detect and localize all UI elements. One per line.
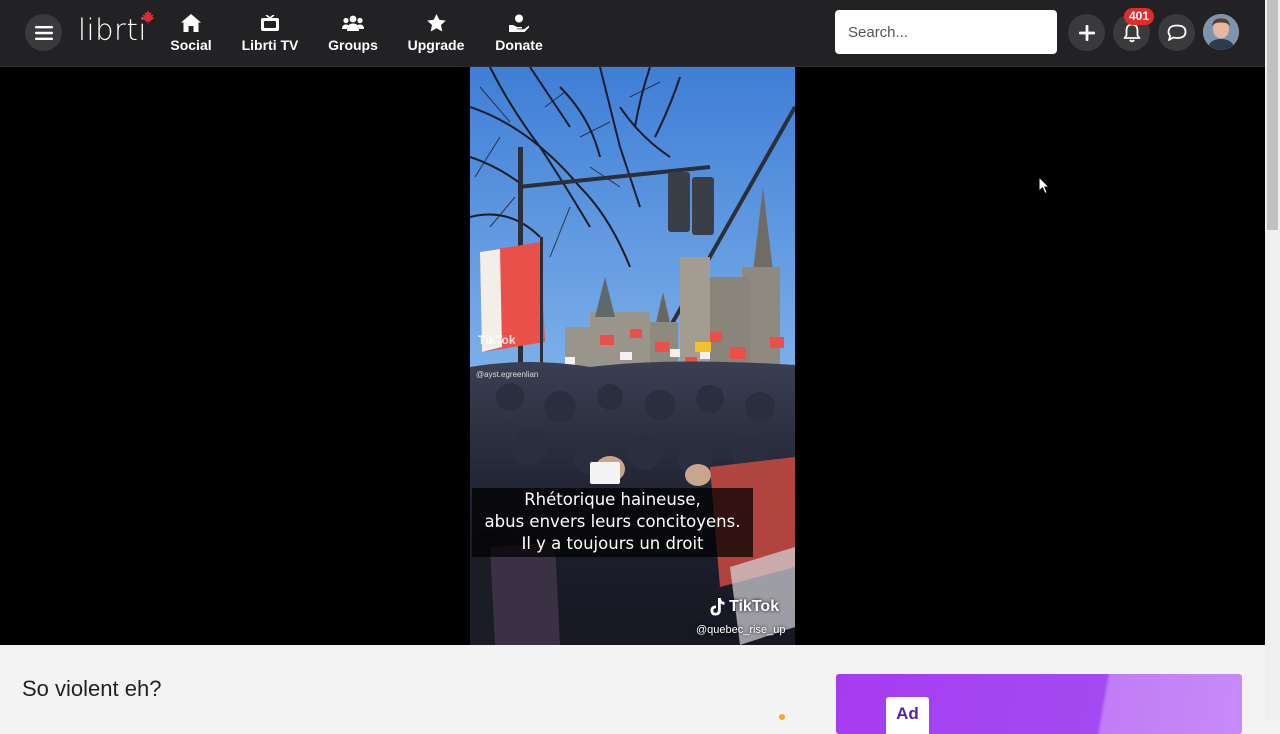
tv-icon [261,13,279,33]
ad-banner[interactable]: Ad [836,674,1242,734]
librti-logo[interactable]: librti [78,10,155,49]
nav-social[interactable]: Social [170,13,212,55]
tiktok-watermark-small: TikTok [478,333,516,347]
notification-count-badge: 401 [1124,8,1155,25]
nav-upgrade-label: Upgrade [407,37,465,53]
subtitle-line: Rhétorique haineuse, [524,490,701,509]
plus-icon [1078,24,1095,41]
nav-librti-tv[interactable]: Librti TV [242,13,298,55]
subtitle-line: Il y a toujours un droit [521,534,704,553]
nav-upgrade[interactable]: Upgrade [408,13,464,55]
loading-dot [779,714,785,720]
user-avatar[interactable] [1203,14,1239,50]
video-frame[interactable] [470,67,795,645]
ad-label: Ad [886,697,929,734]
post-title: So violent eh? [22,676,162,701]
hamburger-icon [34,25,53,40]
chat-bubble-icon [1167,24,1186,41]
mouse-cursor-icon [1038,176,1050,195]
menu-button[interactable] [25,14,62,51]
nav-social-label: Social [170,37,212,53]
nav-librti-tv-label: Librti TV [241,37,299,53]
search-input[interactable] [835,10,1057,54]
video-subtitles: Rhétorique haineuse, abus envers leurs c… [472,488,753,557]
tiktok-text: TikTok [729,598,780,615]
tiktok-watermark: TikTok [710,598,779,616]
users-icon [342,13,364,33]
tiktok-small-text: TikTok [478,333,516,347]
bell-icon [1123,23,1140,42]
protest-scene-image [470,67,795,645]
maple-leaf-icon [141,10,155,24]
tiktok-handle: @quebec_rise_up [696,624,786,636]
subtitle-line: abus envers leurs concitoyens. [484,512,741,531]
home-icon [181,13,201,33]
messages-button[interactable] [1158,14,1195,51]
scrollbar-thumb[interactable] [1267,0,1278,230]
nav-groups[interactable]: Groups [328,13,378,55]
tiktok-logo-icon [710,598,725,616]
star-icon [426,13,446,33]
user-photo [1203,14,1239,50]
tiktok-handle-small: @ayst.egreenlian [476,370,539,379]
logo-text: librti [78,13,147,47]
create-button[interactable] [1068,14,1105,51]
nav-donate-label: Donate [495,37,543,53]
nav-donate[interactable]: Donate [495,13,543,55]
nav-groups-label: Groups [328,37,378,53]
donate-icon [509,13,529,33]
